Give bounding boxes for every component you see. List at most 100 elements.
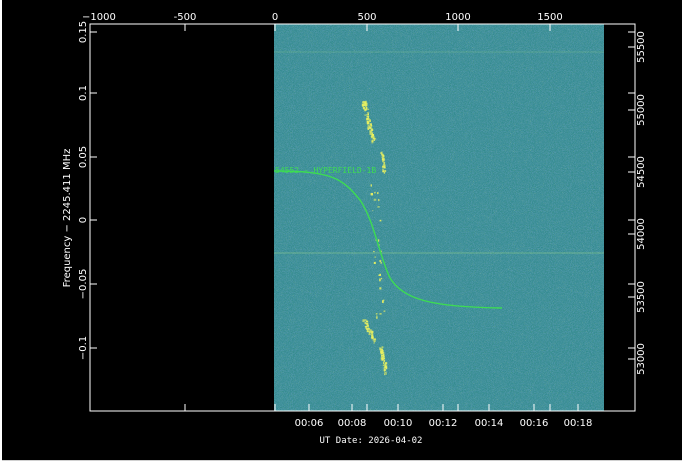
left-tick-label: 0.1 — [78, 85, 89, 101]
right-tick-label: 53000 — [636, 343, 647, 375]
y-axis-title: Frequency − 2245.411 MHz — [62, 149, 73, 288]
signal-pixel — [369, 129, 371, 133]
signal-pixel — [379, 260, 382, 262]
left-tick-label: 0 — [78, 217, 89, 223]
signal-pixel — [385, 367, 388, 370]
signal-pixel — [365, 320, 369, 323]
signal-pixel — [362, 104, 365, 106]
signal-pixel — [365, 108, 367, 111]
signal-pixel — [371, 128, 374, 132]
signal-pixel — [368, 333, 371, 335]
signal-pixel — [370, 193, 373, 196]
signal-pixel — [384, 373, 386, 376]
signal-pixel — [379, 313, 382, 315]
signal-pixel — [377, 192, 379, 195]
signal-pixel — [378, 239, 380, 242]
signal-pixel — [367, 128, 370, 130]
top-tick-label: -500 — [174, 12, 197, 23]
signal-pixel — [366, 114, 369, 116]
spectrogram-data-area — [274, 24, 604, 411]
top-tick-label: 500 — [357, 12, 376, 23]
signal-pixel — [383, 164, 385, 166]
signal-pixel — [375, 313, 378, 315]
signal-pixel — [371, 330, 374, 334]
signal-pixel — [383, 368, 386, 372]
signal-pixel — [367, 125, 369, 128]
signal-pixel — [370, 136, 373, 139]
signal-pixel — [362, 319, 365, 323]
top-tick-label: 1500 — [537, 12, 562, 23]
signal-pixel — [364, 322, 366, 325]
signal-pixel — [367, 324, 369, 328]
bottom-tick-label: 00:12 — [429, 418, 458, 429]
signal-pixel — [366, 112, 370, 114]
left-tick-label: 0.05 — [78, 146, 89, 168]
signal-pixel — [376, 316, 378, 319]
signal-pixel — [366, 108, 369, 110]
signal-pixel — [365, 102, 368, 106]
bottom-tick-label: 00:16 — [520, 418, 549, 429]
signal-pixel — [371, 139, 374, 142]
right-tick-label: 54000 — [636, 218, 647, 250]
signal-pixel — [384, 170, 386, 173]
signal-pixel — [374, 137, 377, 140]
signal-pixel — [367, 116, 369, 119]
signal-pixel — [367, 330, 370, 333]
signal-pixel — [384, 362, 388, 365]
signal-pixel — [379, 219, 382, 222]
x-axis-title: UT Date: 2026-04-02 — [320, 436, 423, 446]
spectrogram-viewer: 54552 - HYPERFIELD-1B −1000 -500 0 500 1… — [2, 0, 682, 461]
signal-pixel — [371, 132, 374, 134]
signal-pixel — [374, 191, 376, 194]
left-tick-label: −0.05 — [78, 269, 89, 300]
bottom-tick-label: 00:18 — [564, 418, 593, 429]
signal-pixel — [366, 330, 368, 332]
signal-pixel — [371, 336, 373, 339]
signal-pixel — [381, 349, 384, 352]
signal-pixel — [379, 287, 382, 290]
right-tick-label: 54500 — [636, 156, 647, 188]
signal-pixel — [380, 152, 382, 154]
bottom-tick-label: 00:08 — [338, 418, 367, 429]
bottom-tick-label: 00:06 — [295, 418, 324, 429]
left-tick-label: −0.1 — [78, 336, 89, 360]
signal-pixel — [372, 210, 374, 212]
signal-pixel — [382, 364, 384, 366]
signal-pixel — [384, 371, 387, 374]
signal-pixel — [382, 158, 385, 161]
signal-pixel — [364, 319, 367, 321]
signal-pixel — [384, 165, 386, 168]
left-tick-label: 0.15 — [78, 21, 89, 43]
signal-pixel — [365, 322, 369, 325]
signal-pixel — [381, 154, 384, 157]
signal-pixel — [380, 262, 382, 264]
signal-pixel — [377, 206, 380, 208]
signal-pixel — [381, 354, 384, 357]
signal-pixel — [369, 127, 371, 130]
signal-pixel — [369, 133, 372, 135]
signal-pixel — [379, 278, 381, 282]
signal-pixel — [381, 277, 383, 280]
signal-pixel — [385, 373, 387, 375]
right-tick-label: 53500 — [636, 281, 647, 313]
signal-pixel — [366, 120, 369, 123]
signal-pixel — [373, 340, 376, 342]
signal-pixel — [378, 274, 381, 276]
right-tick-label: 55000 — [636, 94, 647, 126]
signal-pixel — [373, 251, 375, 253]
signal-pixel — [364, 114, 366, 116]
signal-pixel — [374, 338, 377, 341]
signal-pixel — [383, 361, 385, 365]
bottom-tick-label: 00:14 — [475, 418, 504, 429]
signal-pixel — [374, 256, 376, 258]
right-tick-label: 55500 — [636, 31, 647, 63]
signal-pixel — [362, 107, 366, 110]
signal-pixel — [380, 356, 383, 359]
bottom-tick-label: 00:10 — [384, 418, 413, 429]
signal-pixel — [373, 198, 377, 201]
spectrogram-plot: 54552 - HYPERFIELD-1B −1000 -500 0 500 1… — [62, 12, 647, 446]
signal-pixel — [379, 347, 381, 351]
signal-pixel — [382, 300, 384, 303]
trace-label: 54552 - HYPERFIELD-1B — [275, 166, 376, 175]
top-tick-label: 0 — [272, 12, 278, 23]
